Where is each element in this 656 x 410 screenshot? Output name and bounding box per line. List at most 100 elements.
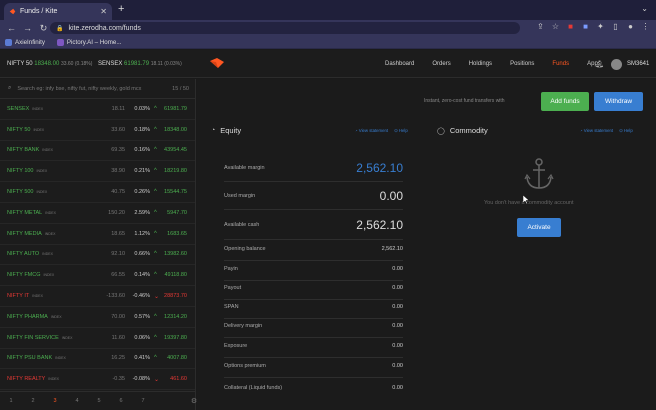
avatar[interactable] [611, 59, 622, 70]
instrument-percent: 0.26% [134, 189, 150, 196]
activate-button[interactable]: Activate [517, 218, 561, 237]
sensex-ticker[interactable]: SENSEX 61981.79 18.11 (0.03%) [98, 61, 182, 67]
watchlist-row[interactable]: NIFTY PHARMA INDEX 70.00 0.57% ^ 12314.20 [0, 307, 195, 328]
profile-icon[interactable]: ● [626, 22, 635, 31]
view-statement-link[interactable]: ◔ View statement [355, 128, 388, 134]
page-tab[interactable]: 5 [88, 398, 110, 404]
extension-icon[interactable]: ■ [566, 22, 575, 31]
share-icon[interactable]: ⇪ [536, 22, 545, 31]
scrollbar[interactable] [651, 79, 656, 410]
extensions-puzzle-icon[interactable]: ✦ [596, 22, 605, 31]
watchlist-row[interactable]: NIFTY 50 INDEX 33.60 0.18% ^ 18348.00 [0, 120, 195, 141]
help-label: Help [398, 128, 408, 133]
page-tab[interactable]: 1 [0, 398, 22, 404]
axie-icon [5, 38, 12, 46]
forward-icon[interactable]: → [23, 23, 32, 33]
divider [224, 239, 403, 240]
view-statement-link[interactable]: ◔ View statement [580, 128, 613, 134]
equity-detail-row: Payin 0.00 [224, 266, 403, 272]
detail-label: Options premium [224, 363, 266, 369]
page-tab[interactable]: 7 [132, 398, 154, 404]
nifty-ticker[interactable]: NIFTY 50 18348.00 33.60 (0.18%) [7, 61, 92, 67]
reload-icon[interactable]: ↻ [39, 23, 48, 34]
watchlist-row[interactable]: NIFTY 500 INDEX 40.75 0.26% ^ 15544.75 [0, 182, 195, 203]
page-tab[interactable]: 4 [66, 398, 88, 404]
watchlist-row[interactable]: NIFTY IT INDEX -133.60 -0.46% ⌄ 28873.70 [0, 286, 195, 307]
detail-label: Collateral (Liquid funds) [224, 385, 283, 391]
watchlist-row[interactable]: NIFTY PSU BANK INDEX 16.25 0.41% ^ 4007.80 [0, 349, 195, 370]
instrument-name: NIFTY FMCG INDEX [7, 272, 97, 278]
nav-holdings[interactable]: Holdings [469, 61, 492, 67]
instrument-price: 43954.45 [164, 147, 187, 154]
watchlist-row[interactable]: NIFTY METAL INDEX 150.20 2.59% ^ 5947.70 [0, 203, 195, 224]
equity-links: ◔ View statement ⊙ Help [355, 128, 408, 134]
bell-icon[interactable]: 🔔︎ [595, 60, 604, 68]
instrument-tag: INDEX [50, 314, 62, 319]
help-link[interactable]: ⊙ Help [619, 128, 633, 134]
available-cash-label: Available cash [224, 222, 260, 228]
user-id[interactable]: SM3641 [627, 61, 649, 67]
commodity-title-text: Commodity [449, 126, 488, 135]
watchlist-row[interactable]: NIFTY AUTO INDEX 92.10 0.66% ^ 13982.60 [0, 245, 195, 266]
nav-dashboard[interactable]: Dashboard [385, 61, 414, 67]
pictory-icon [56, 38, 64, 46]
withdraw-button[interactable]: Withdraw [594, 92, 643, 111]
extension-icon[interactable]: ■ [581, 22, 590, 31]
instrument-percent: 0.57% [134, 313, 150, 320]
back-icon[interactable]: ← [7, 23, 16, 33]
divider [224, 299, 403, 300]
watchlist-row[interactable]: NIFTY MEDIA INDEX 18.65 1.12% ^ 1683.65 [0, 224, 195, 245]
divider [224, 280, 403, 281]
tab-search-icon[interactable]: ⌄ [641, 4, 648, 13]
divider [224, 377, 403, 378]
watchlist-row[interactable]: NIFTY BANK INDEX 69.35 0.16% ^ 43954.45 [0, 141, 195, 162]
kite-logo-icon[interactable] [210, 58, 224, 68]
instrument-tag: INDEX [36, 169, 48, 174]
nav-orders[interactable]: Orders [432, 61, 450, 67]
bookmark-star-icon[interactable]: ☆ [551, 22, 560, 31]
nifty-change: 33.60 (0.18%) [60, 61, 93, 67]
page-tab[interactable]: 6 [110, 398, 132, 404]
watchlist-row[interactable]: SENSEX INDEX 18.11 0.03% ^ 61981.79 [0, 99, 195, 120]
sensex-name: SENSEX [98, 61, 123, 67]
watchlist-row[interactable]: NIFTY REALTY INDEX -0.35 -0.08% ⌄ 461.60 [0, 369, 195, 391]
new-tab-button[interactable]: + [118, 3, 124, 15]
detail-label: Payin [224, 266, 238, 272]
instrument-label: NIFTY FMCG [7, 272, 41, 279]
available-cash-value: 2,562.10 [356, 218, 403, 232]
watchlist-row[interactable]: NIFTY FIN SERVICE INDEX 11.60 0.06% ^ 19397.8… [0, 328, 195, 349]
watchlist-row[interactable]: NIFTY FMCG INDEX 66.55 0.14% ^ 49118.80 [0, 265, 195, 287]
nav-funds[interactable]: Funds [552, 61, 569, 67]
help-link[interactable]: ⊙ Help [394, 128, 408, 134]
nifty-value: 18348.00 [34, 61, 60, 67]
divider [224, 209, 403, 210]
menu-icon[interactable]: ⋮ [641, 22, 650, 31]
nav-positions[interactable]: Positions [510, 61, 534, 67]
instrument-name: NIFTY PSU BANK INDEX [7, 355, 97, 361]
page-tab-active[interactable]: 3 [44, 398, 66, 404]
bookmark-pictory[interactable]: Pictory.AI – Home... [56, 38, 122, 46]
url-text: kite.zerodha.com/funds [68, 24, 141, 32]
instrument-label: NIFTY REALTY [7, 376, 46, 383]
watchlist-search[interactable]: ⌕ Search eg: infy bse, nifty fut, nifty … [0, 79, 195, 99]
browser-tab[interactable]: Funds / Kite ✕ [4, 3, 112, 20]
add-funds-button[interactable]: Add funds [541, 92, 589, 111]
url-field[interactable]: 🔒 kite.zerodha.com/funds [50, 22, 520, 34]
instrument-tag: INDEX [42, 252, 53, 257]
bookmark-label: Pictory.AI – Home... [66, 38, 122, 46]
close-tab-icon[interactable]: ✕ [100, 7, 107, 16]
watchlist-row[interactable]: NIFTY 100 INDEX 38.90 0.21% ^ 18219.80 [0, 161, 195, 183]
lock-icon[interactable]: 🔒 [56, 25, 63, 32]
detail-value: 0.00 [392, 266, 403, 272]
instrument-name: NIFTY IT INDEX [7, 293, 97, 299]
equity-detail-row: SPAN 0.00 [224, 304, 403, 310]
divider [224, 357, 403, 358]
detail-label: Opening balance [224, 246, 266, 252]
equity-detail-row: Exposure 0.00 [224, 343, 403, 349]
detail-value: 2,562.10 [381, 246, 403, 252]
instrument-percent: 0.06% [134, 334, 150, 341]
detail-label: Exposure [224, 343, 248, 349]
page-tab[interactable]: 2 [22, 398, 44, 404]
bookmark-axieinfinity[interactable]: AxieInfinity [5, 38, 45, 46]
sidebar-icon[interactable]: ▯ [611, 22, 620, 31]
